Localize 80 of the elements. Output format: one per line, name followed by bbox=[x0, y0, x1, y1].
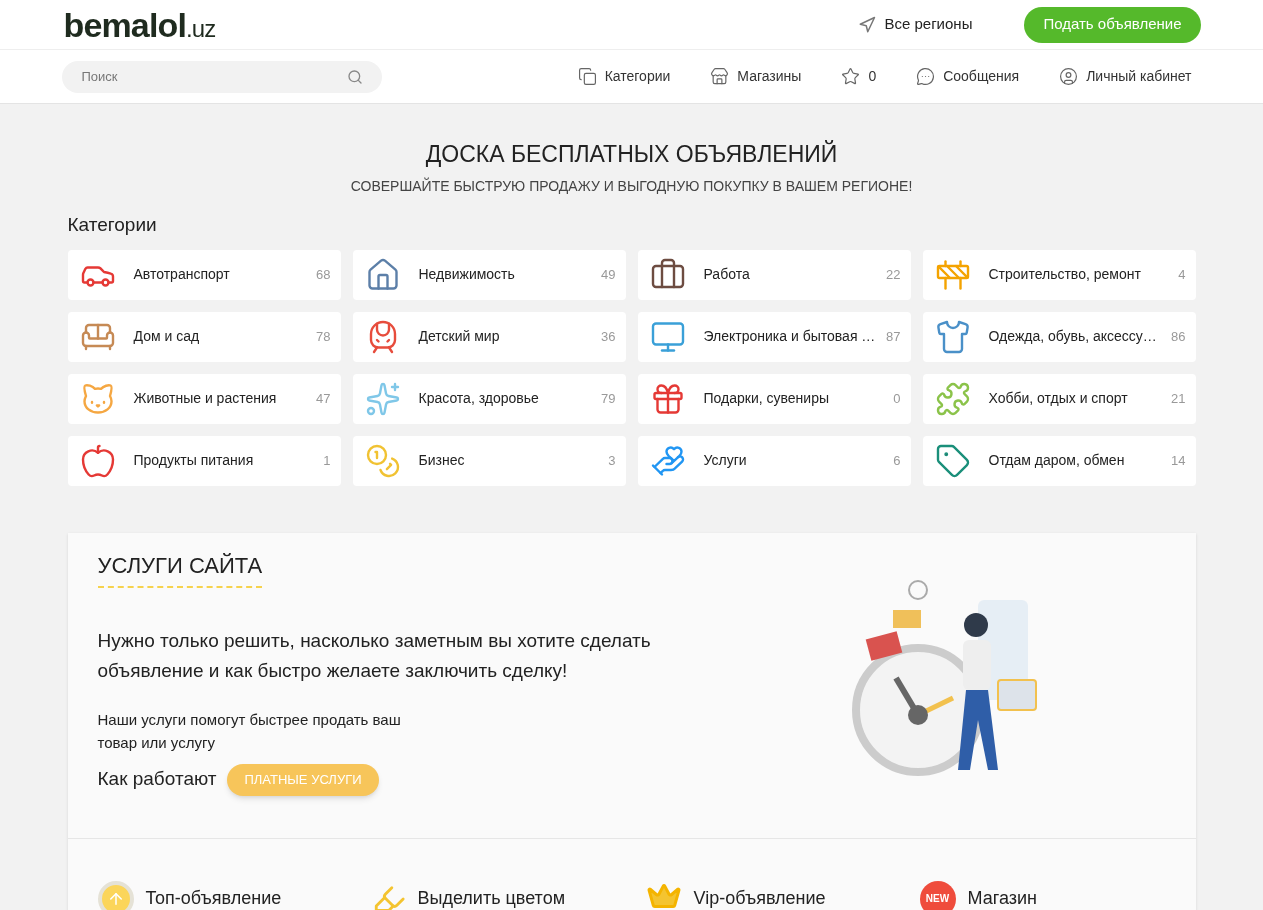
category-card[interactable]: Работа 22 bbox=[637, 249, 911, 300]
chat-bubble-icon bbox=[916, 67, 936, 86]
category-name: Продукты питания bbox=[133, 451, 255, 470]
category-card[interactable]: Продукты питания 1 bbox=[67, 435, 341, 486]
copy-icon bbox=[577, 67, 597, 86]
category-count: 3 bbox=[608, 451, 616, 470]
category-name: Животные и растения bbox=[133, 389, 278, 408]
category-card[interactable]: Детский мир 36 bbox=[352, 311, 626, 362]
puzzle-icon bbox=[934, 380, 971, 417]
category-name: Красота, здоровье bbox=[418, 389, 540, 408]
nav-link[interactable]: Категории bbox=[577, 66, 671, 87]
category-card[interactable]: Услуги 6 bbox=[637, 435, 911, 486]
store-icon bbox=[710, 67, 730, 86]
tag-icon bbox=[934, 442, 971, 479]
nav-link[interactable]: Сообщения bbox=[916, 66, 1020, 87]
category-name: Электроника и бытовая … bbox=[703, 327, 877, 346]
category-card[interactable]: Недвижимость 49 bbox=[352, 249, 626, 300]
category-count: 79 bbox=[601, 389, 616, 408]
search-icon bbox=[346, 68, 363, 85]
location-arrow-icon bbox=[858, 15, 877, 34]
page-title: ДОСКА БЕСПЛАТНЫХ ОБЪЯВЛЕНИЙ bbox=[424, 140, 839, 168]
category-card[interactable]: Красота, здоровье 79 bbox=[352, 373, 626, 424]
category-name: Работа bbox=[703, 265, 751, 284]
coins-icon bbox=[364, 442, 401, 479]
category-card[interactable]: Одежда, обувь, аксессу… 86 bbox=[922, 311, 1196, 362]
category-count: 1 bbox=[323, 451, 331, 470]
category-name: Дом и сад bbox=[133, 327, 201, 346]
nav-link[interactable]: Личный кабинет bbox=[1059, 66, 1192, 87]
category-card[interactable]: Бизнес 3 bbox=[352, 435, 626, 486]
category-card[interactable]: Строительство, ремонт 4 bbox=[922, 249, 1196, 300]
category-count: 49 bbox=[601, 265, 616, 284]
category-count: 4 bbox=[1178, 265, 1186, 284]
new-badge: NEW bbox=[919, 880, 956, 910]
category-name: Бизнес bbox=[418, 451, 466, 470]
category-card[interactable]: Хобби, отдых и спорт 21 bbox=[922, 373, 1196, 424]
category-card[interactable]: Электроника и бытовая … 87 bbox=[637, 311, 911, 362]
category-card[interactable]: Отдам даром, обмен 14 bbox=[922, 435, 1196, 486]
region-link[interactable]: Все регионы bbox=[858, 13, 973, 36]
category-count: 47 bbox=[316, 389, 331, 408]
category-name: Автотранспорт bbox=[133, 265, 231, 284]
logo[interactable]: bemalol.uz bbox=[63, 7, 216, 42]
category-count: 0 bbox=[893, 389, 901, 408]
category-name: Услуги bbox=[703, 451, 748, 470]
services-heading: УСЛУГИ САЙТА bbox=[97, 548, 263, 588]
user-circle-icon bbox=[1059, 67, 1079, 86]
category-name: Недвижимость bbox=[418, 265, 516, 284]
category-name: Одежда, обувь, аксессу… bbox=[988, 327, 1158, 346]
category-count: 22 bbox=[886, 265, 901, 284]
category-count: 6 bbox=[893, 451, 901, 470]
service-option[interactable]: NEW Магазин bbox=[919, 880, 1194, 910]
category-count: 86 bbox=[1171, 327, 1186, 346]
shirt-icon bbox=[934, 318, 971, 355]
search-field[interactable]: Поиск bbox=[61, 60, 382, 93]
service-option[interactable]: Топ-объявление bbox=[97, 880, 372, 910]
category-count: 21 bbox=[1171, 389, 1186, 408]
category-card[interactable]: Автотранспорт 68 bbox=[67, 249, 341, 300]
service-option[interactable]: Выделить цветом bbox=[371, 881, 646, 910]
star-icon bbox=[841, 67, 861, 86]
apple-icon bbox=[79, 442, 116, 479]
nav-link[interactable]: Магазины bbox=[710, 66, 802, 87]
nav-link[interactable]: 0 bbox=[841, 66, 877, 87]
category-name: Хобби, отдых и спорт bbox=[988, 389, 1129, 408]
section-heading: Категории bbox=[67, 213, 158, 237]
category-name: Подарки, сувениры bbox=[703, 389, 830, 408]
category-card[interactable]: Животные и растения 47 bbox=[67, 373, 341, 424]
category-name: Детский мир bbox=[418, 327, 501, 346]
category-count: 36 bbox=[601, 327, 616, 346]
services-lead: Нужно только решить, насколько заметным вы хотите сделать объявление и как быстро желаете заключить сделку! bbox=[97, 628, 652, 683]
how-label: Как работают bbox=[97, 767, 217, 792]
service-option[interactable]: Vip-объявление bbox=[645, 880, 920, 910]
category-name: Отдам даром, обмен bbox=[988, 451, 1126, 470]
category-card[interactable]: Дом и сад 78 bbox=[67, 311, 341, 362]
category-card[interactable]: Подарки, сувениры 0 bbox=[637, 373, 911, 424]
category-name: Строительство, ремонт bbox=[988, 265, 1142, 284]
category-count: 14 bbox=[1171, 451, 1186, 470]
category-count: 87 bbox=[886, 327, 901, 346]
page-subtitle: СОВЕРШАЙТЕ БЫСТРУЮ ПРОДАЖУ И ВЫГОДНУЮ ПОКУПКУ В ВАШЕМ РЕГИОНЕ! bbox=[349, 176, 914, 196]
services-text: Наши услуги помогут быстрее продать ваш товар или услугу bbox=[97, 709, 402, 753]
category-count: 68 bbox=[316, 265, 331, 284]
category-count: 78 bbox=[316, 327, 331, 346]
